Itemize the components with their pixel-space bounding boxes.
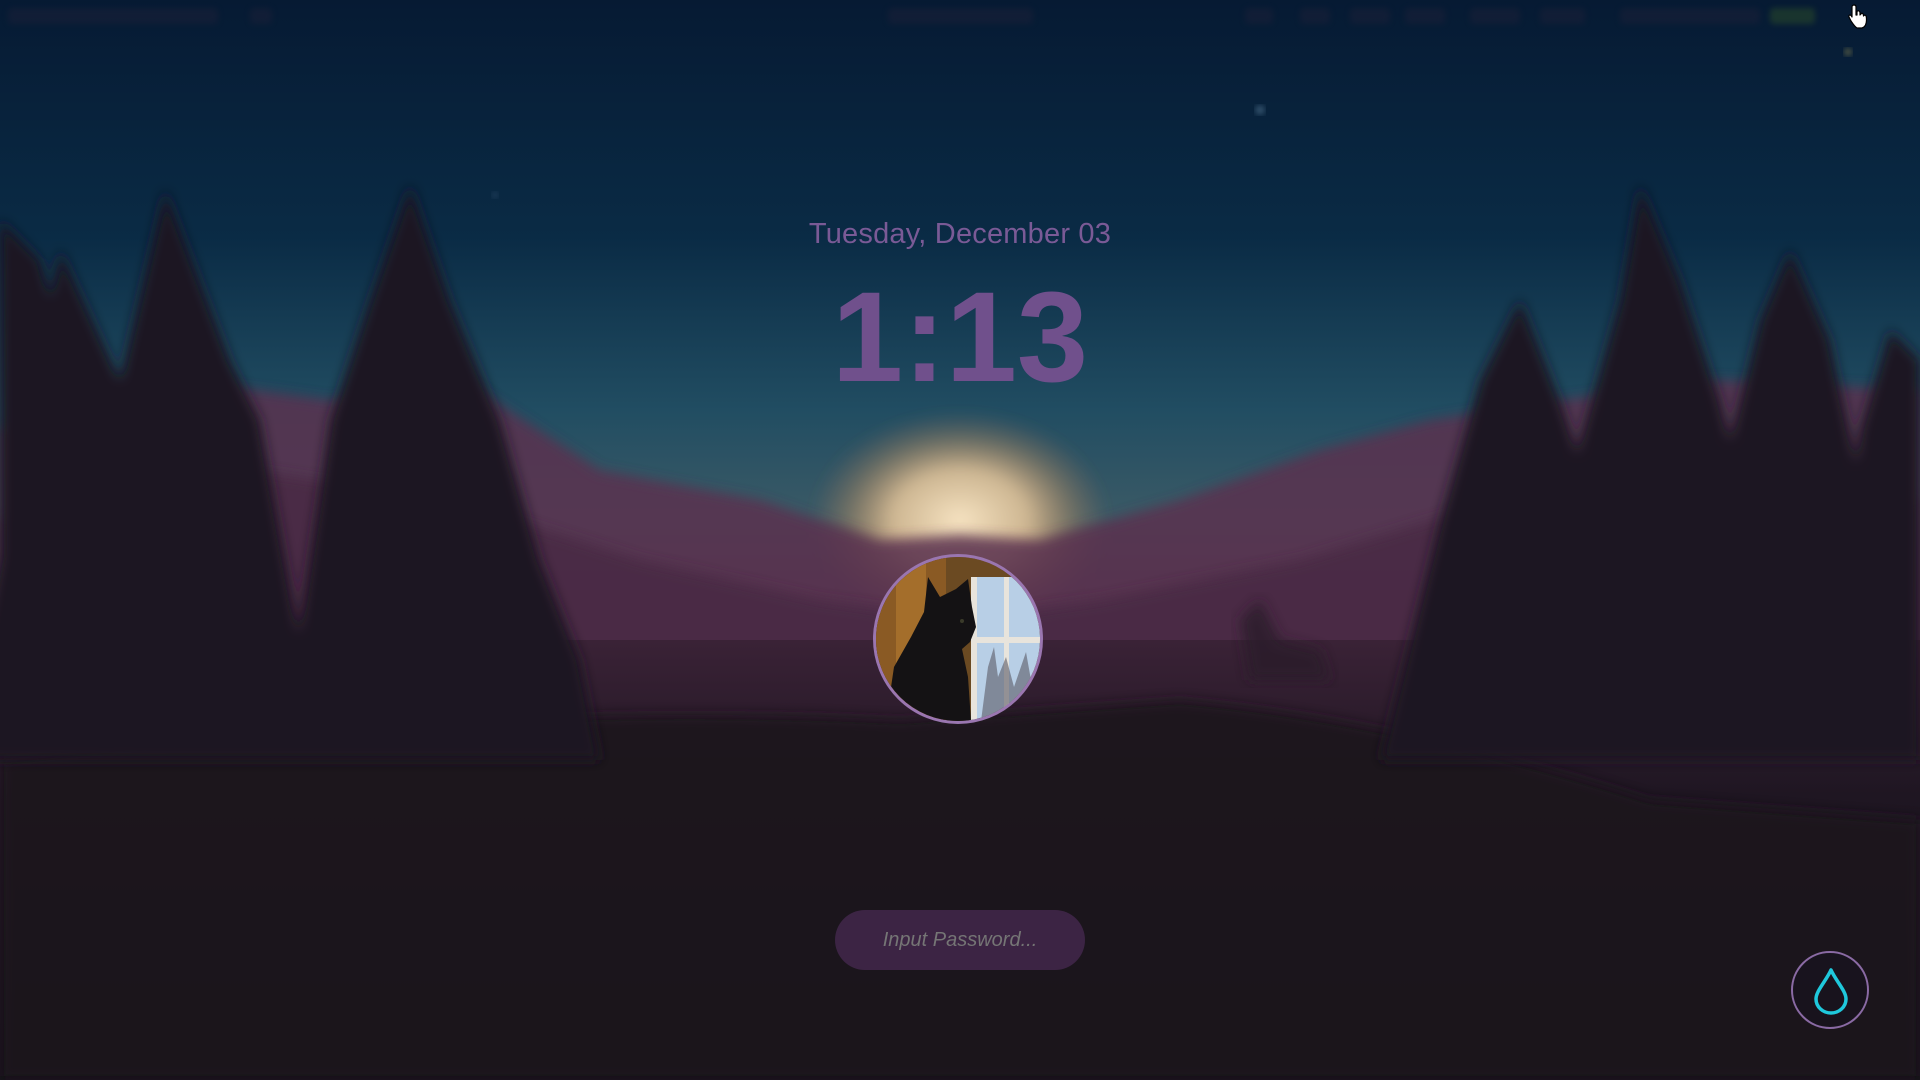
status-bar (0, 0, 1920, 34)
user-avatar (873, 554, 1043, 724)
lock-screen: Tuesday, December 03 1:13 (0, 0, 1920, 1080)
status-bar-workspaces (8, 8, 218, 24)
status-bar-tray-icon (1405, 8, 1445, 24)
status-bar-clock (1620, 8, 1760, 24)
status-bar-tray-icon (1350, 8, 1390, 24)
status-bar-battery (1770, 8, 1815, 24)
water-drop-icon (1814, 968, 1848, 1015)
hand-pointer-cursor (1848, 4, 1868, 29)
status-bar-tray-icon (1470, 8, 1520, 24)
status-bar-title (888, 8, 1033, 24)
status-bar-icon (250, 8, 272, 24)
drop-button[interactable] (1791, 951, 1869, 1029)
lock-clock: 1:13 (831, 266, 1089, 409)
lock-date: Tuesday, December 03 (808, 218, 1112, 250)
status-bar-tray-icon (1245, 8, 1273, 24)
password-input[interactable] (835, 910, 1085, 970)
black-cat-avatar (876, 557, 1040, 721)
status-bar-tray-icon (1540, 8, 1585, 24)
status-bar-tray-icon (1300, 8, 1330, 24)
